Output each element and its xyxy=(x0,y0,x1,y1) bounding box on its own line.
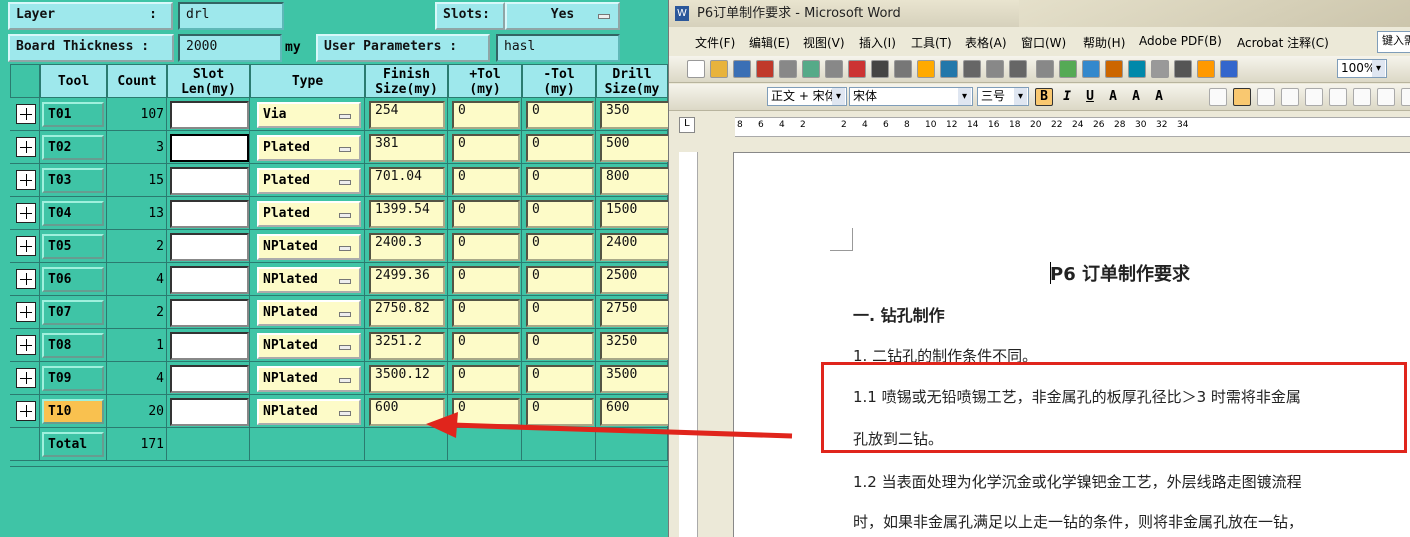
arrow-head xyxy=(426,412,458,438)
annotation-arrow xyxy=(426,412,793,439)
arrow-shaft xyxy=(451,422,793,439)
